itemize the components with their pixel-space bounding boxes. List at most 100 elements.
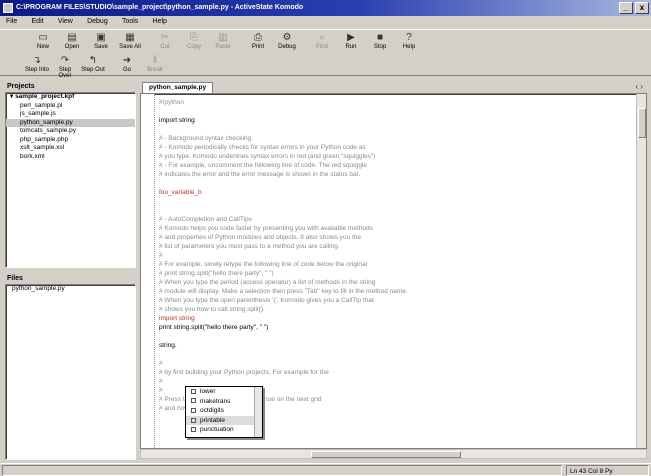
code-line[interactable]: print string.split("hello there party", … [159,323,629,332]
toolbar-button-label: Step Out [81,67,105,73]
project-file-item[interactable]: php_sample.php [6,136,135,145]
code-line[interactable]: # [159,251,629,260]
project-file-item[interactable]: python_sample.py [6,118,135,127]
code-line[interactable]: # list of parameters you must pass to a … [159,242,629,251]
code-line[interactable] [159,206,629,215]
code-line[interactable]: import string [159,116,629,125]
toolbar-button-label: Step Over [58,67,72,79]
paste-button[interactable]: ▥ Paste [210,32,236,52]
code-line[interactable]: string. [159,341,629,350]
code-line[interactable]: # and properties of Python modules and o… [159,233,629,242]
editor-gutter[interactable] [141,94,155,448]
autocomplete-item[interactable]: punctuation [186,425,262,435]
debug-button[interactable]: ⚙ Debug [274,32,300,52]
files-list[interactable]: python_sample.py [5,284,136,460]
toolbar-button-label: Save All [119,44,141,50]
code-line[interactable]: # - For example, uncomment the following… [159,161,629,170]
autocomplete-item[interactable]: printable [186,415,262,426]
toolbar-button-label: Find [316,44,328,50]
run-button[interactable]: ▶ Run [338,32,364,52]
projects-tree[interactable]: ▾ sample_project.kpf perl_sample.pl js_sam… [5,92,136,268]
menu-view[interactable]: View [52,16,79,25]
code-line[interactable]: # When you type the period (access opera… [159,278,629,287]
step-into-button[interactable]: ↴ Step Into [24,55,50,75]
project-file-item[interactable]: xslt_sample.xsl [6,144,135,153]
step-out-button[interactable]: ↰ Step Out [80,55,106,75]
new-file-icon: ▭ [38,32,48,43]
horizontal-scrollbar[interactable] [140,449,647,459]
debug-icon: ⚙ [282,32,292,43]
print-icon: ⎙ [254,32,262,43]
stop-button[interactable]: ■ Stop [367,32,393,52]
code-line[interactable]: foo_variable_b [159,188,629,197]
find-button[interactable]: ⌕ Find [309,32,335,52]
code-line[interactable]: # [159,377,629,386]
code-line[interactable] [159,107,629,116]
code-line[interactable]: # When you type the open parenthesis '('… [159,296,629,305]
menu-edit[interactable]: Edit [26,16,50,25]
code-line[interactable] [159,179,629,188]
vertical-scroll-thumb[interactable] [638,108,646,138]
print-button[interactable]: ⎙ Print [245,32,271,52]
open-file-item[interactable]: python_sample.py [6,285,135,294]
new-button[interactable]: ▭ New [30,32,56,52]
code-line[interactable]: # indicates the error and the error mess… [159,170,629,179]
code-line[interactable] [159,350,629,359]
code-line[interactable]: # by first building your Python projects… [159,368,629,377]
tab-python-sample[interactable]: python_sample.py [142,82,214,93]
vertical-scrollbar[interactable] [636,94,646,448]
horizontal-scroll-thumb[interactable] [311,451,461,458]
cut-button[interactable]: ✂ Cut [152,32,178,52]
tab-nav-arrows-icon[interactable]: ‹ › [635,82,643,91]
menu-debug[interactable]: Debug [81,16,114,25]
autocomplete-popup[interactable]: lower maketrans octdigits printable punctuat… [185,386,263,438]
code-line[interactable]: # - Background syntax checking: [159,134,629,143]
save-button[interactable]: ▣ Save [88,32,114,52]
code-line[interactable]: # For example, slowly retype the followi… [159,260,629,269]
toolbar-button-label: Help [402,44,416,50]
step-over-button[interactable]: ↷ Step Over [52,55,78,79]
code-line[interactable]: # module will display. Make a selection … [159,287,629,296]
code-line[interactable] [159,125,629,134]
code-line[interactable]: # - AutoCompletion and CallTips [159,215,629,224]
run-icon: ▶ [347,32,355,43]
project-file-item[interactable]: perl_sample.pl [6,102,135,111]
menu-help[interactable]: Help [147,16,173,25]
copy-button[interactable]: ⎘ Copy [181,32,207,52]
open-button[interactable]: ▤ Open [59,32,85,52]
method-icon [191,407,196,413]
help-button[interactable]: ? Help [396,32,422,52]
break-button[interactable]: ‖ Break [142,55,168,75]
autocomplete-item[interactable]: maketrans [186,397,262,407]
menu-bar: File Edit View Debug Tools Help [0,16,651,30]
autocomplete-item[interactable]: octdigits [186,406,262,416]
minimize-button[interactable]: _ [619,2,633,14]
project-file-item[interactable]: js_sample.js [6,110,135,119]
code-line[interactable] [159,197,629,206]
code-text[interactable]: #!python import string # - Background synt… [159,98,629,413]
code-line[interactable]: # Komodo helps you code faster by presen… [159,224,629,233]
project-root-item[interactable]: ▾ sample_project.kpf [6,93,135,102]
toolbar-button-label: Run [345,44,357,50]
code-line[interactable]: # print string.split("hello there party"… [159,269,629,278]
save-all-button[interactable]: ▦ Save All [117,32,143,52]
go-button[interactable]: ➜ Go [114,55,140,75]
code-line[interactable]: # [159,359,629,368]
menu-tools[interactable]: Tools [116,16,144,25]
code-line[interactable]: # - Komodo periodically checks for synta… [159,143,629,152]
autocomplete-item[interactable]: lower [186,387,262,397]
project-file-item[interactable]: bork.xml [6,153,135,162]
project-file-item[interactable]: tomcats_sample.py [6,127,135,136]
code-line[interactable] [159,332,629,341]
window-titlebar: C:\PROGRAM FILES\STUDIO\sample_project\p… [0,0,651,16]
method-icon [191,417,196,423]
close-button[interactable]: x [635,2,649,14]
code-line[interactable]: # you type. Komodo underlines syntax err… [159,152,629,161]
autocomplete-item-label: maketrans [200,397,231,405]
code-line[interactable]: #!python [159,98,629,107]
code-line[interactable]: # shows you how to call string.split(). [159,305,629,314]
toolbar-button-label: Go [122,67,131,73]
code-line[interactable]: import string [159,314,629,323]
autocomplete-scrollbar[interactable] [254,387,262,437]
menu-file[interactable]: File [0,16,23,25]
